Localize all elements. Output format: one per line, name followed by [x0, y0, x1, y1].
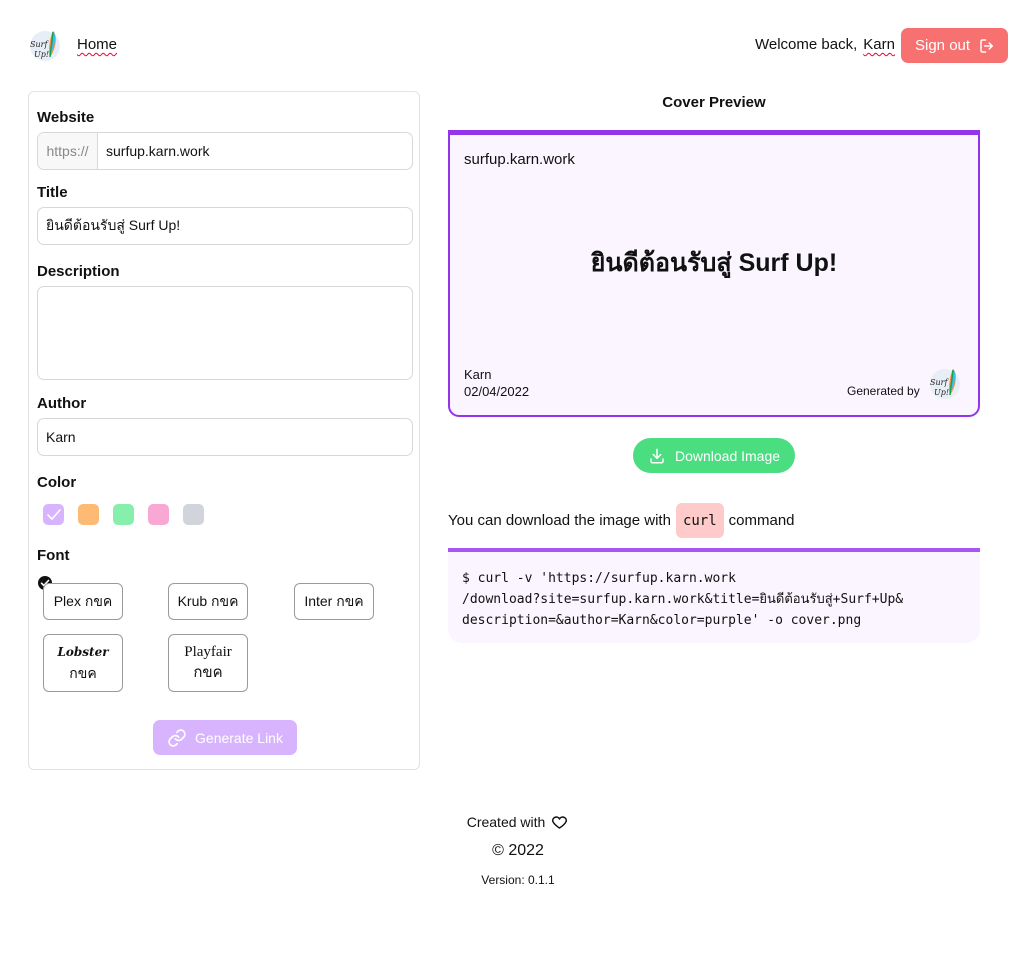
welcome-text: Welcome back,	[755, 36, 858, 53]
generate-link-label: Generate Link	[195, 729, 283, 746]
copyright: © 2022	[492, 842, 544, 859]
description-textarea[interactable]	[37, 286, 413, 380]
website-input-group: https:// surfup.karn.work	[37, 132, 413, 170]
curl-suffix-text: command	[728, 512, 795, 529]
font-option-plex[interactable]: Plex กขค	[43, 583, 123, 620]
check-icon	[47, 509, 61, 520]
top-navbar: Surf Up! Home Welcome back, Karn Sign out	[0, 0, 1036, 90]
cover-author: Karn	[464, 367, 492, 382]
font-option-label: Plex กขค	[53, 593, 113, 609]
cover-date: 02/04/2022	[464, 384, 530, 399]
cover-form: Website https:// surfup.karn.work Title …	[28, 91, 420, 770]
title-label: Title	[37, 184, 68, 201]
font-option-sample: กขค	[193, 665, 223, 681]
download-image-button[interactable]: Download Image	[633, 438, 795, 473]
surfup-logo-small: Surf Up!	[928, 365, 964, 401]
svg-text:Surf: Surf	[930, 378, 949, 387]
description-label: Description	[37, 263, 120, 280]
color-swatch-orange[interactable]	[78, 504, 99, 525]
font-option-inter[interactable]: Inter กขค	[294, 583, 374, 620]
color-swatch-green[interactable]	[113, 504, 134, 525]
download-icon	[650, 448, 664, 463]
font-option-label: Lobster	[57, 645, 109, 659]
font-option-label: Playfair	[184, 644, 232, 660]
font-option-sample: กขค	[69, 665, 97, 681]
generated-by-text: Generated by	[847, 384, 920, 398]
sign-out-label: Sign out	[915, 37, 971, 54]
website-input[interactable]: surfup.karn.work	[98, 133, 412, 169]
font-option-label: Krub กขค	[177, 593, 239, 609]
cover-title: ยินดีต้อนรับสู่ Surf Up!	[590, 249, 838, 277]
svg-text:Up!: Up!	[934, 388, 949, 397]
welcome-message: Welcome back, Karn	[755, 36, 895, 53]
cover-preview-card: surfup.karn.work ยินดีต้อนรับสู่ Surf Up…	[448, 130, 980, 417]
sign-out-icon	[980, 38, 994, 53]
home-link[interactable]: Home	[77, 36, 117, 53]
command-line: $ curl -v 'https://surfup.karn.work	[462, 571, 736, 586]
color-swatch-pink[interactable]	[148, 504, 169, 525]
command-line: description=&author=Karn&color=purple' -…	[462, 613, 862, 628]
font-option-playfair[interactable]: Playfair กขค	[168, 634, 248, 692]
curl-code-badge: curl	[675, 503, 724, 538]
created-with-text: Created with	[466, 814, 546, 830]
footer-created-with: Created with	[0, 813, 1036, 831]
cover-site: surfup.karn.work	[464, 151, 575, 168]
link-icon	[168, 728, 186, 747]
website-prefix: https://	[38, 133, 98, 169]
svg-text:Up!: Up!	[34, 50, 49, 59]
author-label: Author	[37, 395, 87, 412]
svg-text:Surf: Surf	[30, 40, 49, 49]
user-name[interactable]: Karn	[863, 36, 895, 53]
generate-link-button[interactable]: Generate Link	[153, 720, 297, 755]
color-swatch-purple[interactable]	[43, 504, 64, 525]
version-text: Version: 0.1.1	[481, 873, 555, 887]
website-label: Website	[37, 109, 95, 126]
author-input[interactable]: Karn	[37, 418, 413, 456]
heart-icon	[552, 816, 568, 829]
curl-instructions: You can download the image with curl com…	[448, 503, 795, 538]
curl-command-block[interactable]: $ curl -v 'https://surfup.karn.work /dow…	[448, 548, 980, 643]
color-swatch-gray[interactable]	[183, 504, 204, 525]
download-image-label: Download Image	[674, 447, 781, 464]
font-option-lobster[interactable]: Lobster กขค	[43, 634, 123, 692]
curl-prefix-text: You can download the image with	[448, 512, 671, 529]
font-option-label: Inter กขค	[304, 593, 364, 609]
font-label: Font	[37, 547, 70, 564]
title-input[interactable]: ยินดีต้อนรับสู่ Surf Up!	[37, 207, 413, 245]
font-option-krub[interactable]: Krub กขค	[168, 583, 248, 620]
command-line: /download?site=surfup.karn.work&title=ยิ…	[462, 592, 904, 607]
surfup-logo[interactable]: Surf Up!	[28, 27, 64, 63]
color-label: Color	[37, 474, 77, 491]
cover-preview-heading: Cover Preview	[662, 94, 766, 111]
sign-out-button[interactable]: Sign out	[901, 28, 1008, 63]
